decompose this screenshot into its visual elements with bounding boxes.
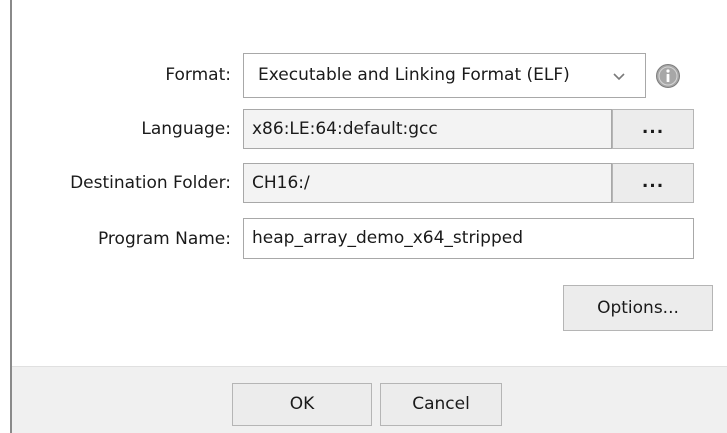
chevron-down-icon[interactable] (609, 66, 629, 86)
cancel-button[interactable]: Cancel (380, 383, 502, 426)
destination-browse-button[interactable]: ... (612, 163, 694, 203)
import-dialog: Format: Executable and Linking Format (E… (0, 0, 727, 433)
ok-button[interactable]: OK (232, 383, 372, 426)
dialog-left-border (0, 0, 12, 433)
destination-folder-label: Destination Folder: (70, 173, 231, 193)
info-icon[interactable] (655, 63, 681, 89)
format-selected-value: Executable and Linking Format (ELF) (258, 65, 570, 85)
options-button[interactable]: Options... (563, 285, 713, 331)
program-name-input[interactable]: heap_array_demo_x64_stripped (243, 218, 694, 259)
language-label: Language: (141, 119, 231, 139)
language-browse-button[interactable]: ... (612, 109, 694, 149)
program-name-label: Program Name: (97, 229, 231, 249)
format-label: Format: (165, 65, 231, 85)
language-field: x86:LE:64:default:gcc (243, 109, 612, 149)
format-select[interactable]: Executable and Linking Format (ELF) (243, 53, 646, 98)
destination-folder-field: CH16:/ (243, 163, 612, 203)
